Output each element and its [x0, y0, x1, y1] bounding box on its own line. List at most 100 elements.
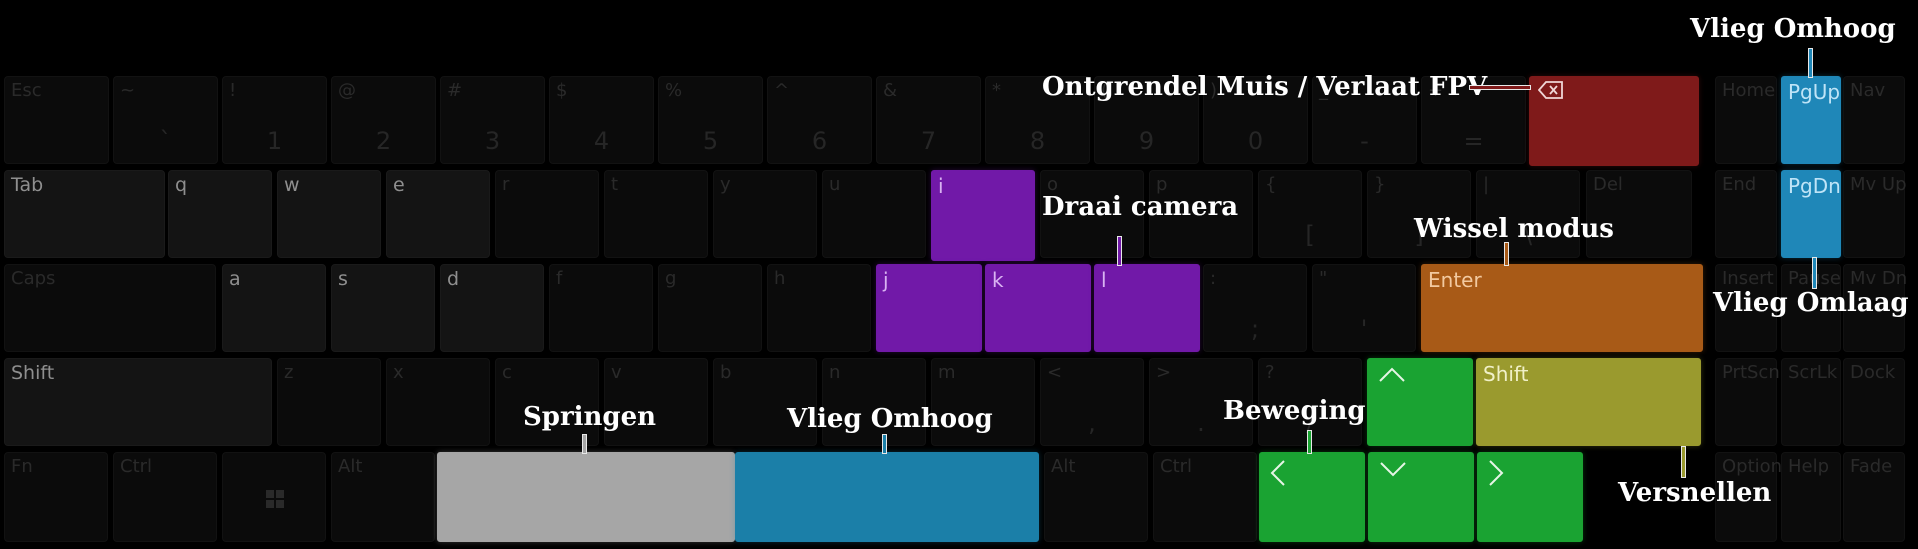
leader-line — [1812, 257, 1817, 289]
key-label: | — [1483, 174, 1490, 195]
key-label: c — [502, 362, 512, 383]
key-rctrl[interactable]: Ctrl — [1153, 452, 1257, 542]
key-sublabel: - — [1360, 127, 1369, 155]
key-y[interactable]: y — [713, 170, 817, 258]
key-pgup[interactable]: PgUp — [1781, 76, 1841, 164]
key-label: g — [665, 268, 677, 289]
key-label: j — [883, 268, 889, 292]
key-d[interactable]: d — [440, 264, 544, 352]
key-tab[interactable]: Tab — [4, 170, 165, 258]
key-pgdn[interactable]: PgDn — [1781, 170, 1841, 258]
key-i[interactable]: i — [931, 170, 1035, 261]
key-5[interactable]: % 5 — [658, 76, 763, 164]
key-lctrl[interactable]: Ctrl — [113, 452, 217, 542]
key-scrlk[interactable]: ScrLk — [1781, 358, 1841, 446]
key-q[interactable]: q — [168, 170, 272, 258]
key-3[interactable]: #3 — [440, 76, 545, 164]
key-label: ~ — [120, 80, 136, 101]
key-label: { — [1265, 174, 1277, 195]
key-label: k — [992, 268, 1004, 292]
key-label: > — [1156, 362, 1172, 383]
key-sublabel: 9 — [1138, 127, 1155, 155]
key-sublabel: , — [1088, 409, 1096, 437]
key-up[interactable] — [1367, 358, 1473, 446]
key-right[interactable] — [1477, 452, 1583, 542]
key-6[interactable]: ^ 6 — [767, 76, 872, 164]
key-z[interactable]: z — [277, 358, 381, 446]
key-label: u — [829, 174, 841, 195]
key-sublabel: 1 — [266, 127, 283, 155]
key-label: y — [720, 174, 731, 195]
key-mvup[interactable]: Mv Up — [1843, 170, 1907, 258]
key-label: x — [393, 362, 404, 383]
key-esc[interactable]: Esc — [4, 76, 109, 164]
key-sublabel: = — [1463, 127, 1484, 155]
key-j[interactable]: j — [876, 264, 982, 352]
key-left[interactable] — [1259, 452, 1365, 542]
key-label: < — [1047, 362, 1063, 383]
key-end[interactable]: End — [1715, 170, 1777, 258]
key-2[interactable]: @2 — [331, 76, 436, 164]
key-w[interactable]: w — [277, 170, 381, 258]
key-t[interactable]: t — [604, 170, 708, 258]
key-prtscn[interactable]: PrtScn — [1715, 358, 1780, 446]
key-sublabel: [ — [1305, 221, 1315, 249]
key-h[interactable]: h — [767, 264, 871, 352]
key-fn[interactable]: Fn — [4, 452, 108, 542]
key-u[interactable]: u — [822, 170, 926, 258]
key-label: b — [720, 362, 732, 383]
key-4[interactable]: $4 — [549, 76, 654, 164]
key-sublabel: ' — [1360, 315, 1368, 343]
key-x[interactable]: x — [386, 358, 490, 446]
key-label: e — [393, 174, 405, 196]
key-sublabel: 5 — [702, 127, 719, 155]
key-dock[interactable]: Dock — [1843, 358, 1905, 446]
label-vlieg-omlaag: Vlieg Omlaag — [1713, 288, 1909, 318]
key-a[interactable]: a — [222, 264, 326, 352]
key-label: } — [1374, 174, 1386, 195]
key-1[interactable]: ! 1 — [222, 76, 327, 164]
key-label: Del — [1593, 174, 1623, 195]
key-lshift[interactable]: Shift — [4, 358, 272, 446]
key-label: Shift — [11, 362, 55, 384]
key-semicolon[interactable]: :; — [1203, 264, 1307, 352]
key-home[interactable]: Home — [1715, 76, 1777, 164]
key-quote[interactable]: " ' — [1312, 264, 1416, 352]
key-nav[interactable]: Nav — [1843, 76, 1905, 164]
key-label: * — [992, 80, 1001, 101]
key-rshift[interactable]: Shift — [1476, 358, 1701, 446]
key-help[interactable]: Help — [1781, 452, 1841, 542]
key-l[interactable]: l — [1094, 264, 1200, 352]
key-caps[interactable]: Caps — [4, 264, 216, 352]
key-comma[interactable]: <, — [1040, 358, 1144, 446]
key-f[interactable]: f — [549, 264, 653, 352]
key-lalt[interactable]: Alt — [331, 452, 435, 542]
key-sublabel: 8 — [1029, 127, 1046, 155]
key-label: Caps — [11, 268, 56, 289]
key-7[interactable]: & 7 — [876, 76, 981, 164]
key-space_left[interactable] — [437, 452, 735, 542]
key-g[interactable]: g — [658, 264, 762, 352]
key-sublabel: ; — [1250, 315, 1260, 343]
key-label: n — [829, 362, 841, 383]
key-backtick[interactable]: ~ ` — [113, 76, 218, 164]
key-label: f — [556, 268, 563, 289]
key-label: Home — [1722, 80, 1776, 101]
key-ralt[interactable]: Alt — [1044, 452, 1148, 542]
key-fade[interactable]: Fade — [1843, 452, 1905, 542]
key-lbracket[interactable]: {[ — [1258, 170, 1362, 258]
key-enter[interactable]: Enter — [1421, 264, 1703, 352]
key-label: Ctrl — [1160, 456, 1193, 477]
key-label: a — [229, 268, 241, 290]
key-e[interactable]: e — [386, 170, 490, 258]
key-k[interactable]: k — [985, 264, 1091, 352]
key-label: % — [665, 80, 683, 101]
key-down[interactable] — [1368, 452, 1474, 542]
key-label: Nav — [1850, 80, 1886, 101]
key-r[interactable]: r — [495, 170, 599, 258]
key-label: # — [447, 80, 463, 101]
key-s[interactable]: s — [331, 264, 435, 352]
key-win[interactable] — [222, 452, 326, 542]
key-backspace[interactable] — [1529, 76, 1699, 166]
key-space_right[interactable] — [735, 452, 1039, 542]
